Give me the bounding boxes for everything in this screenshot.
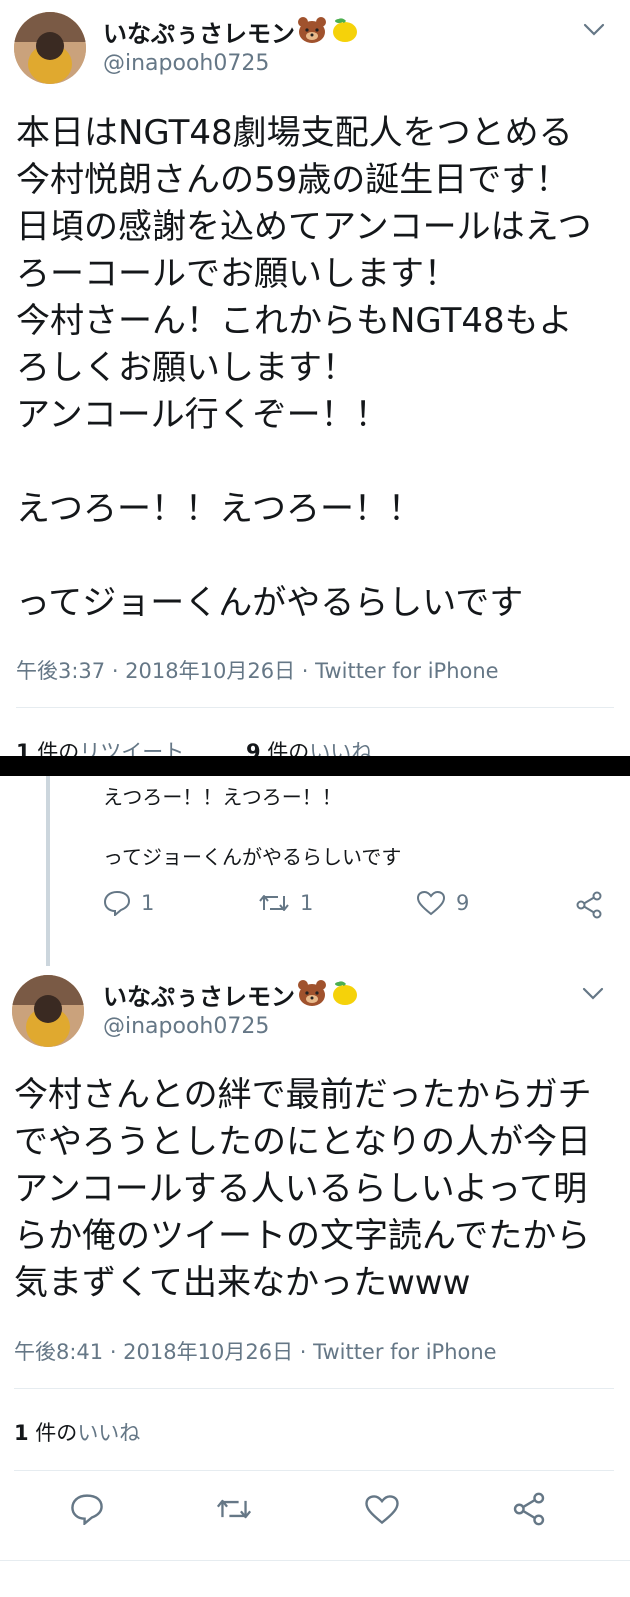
reply-button[interactable]: 1 bbox=[103, 890, 154, 916]
like-count: 1 bbox=[14, 1421, 29, 1445]
tweet-text: 今村さんとの絆で最前だったからガチ でやろうとしたのにとなりの人が今日 アンコー… bbox=[14, 1075, 592, 1303]
divider bbox=[0, 1560, 630, 1561]
divider bbox=[14, 1388, 614, 1389]
chevron-down-icon[interactable] bbox=[583, 22, 605, 36]
bear-emoji-icon bbox=[297, 979, 327, 1011]
tweet-meta: 午後8:41 · 2018年10月26日 · Twitter for iPhon… bbox=[14, 1340, 497, 1364]
divider bbox=[16, 707, 614, 708]
heart-icon bbox=[416, 890, 446, 916]
retweet-count: 1 bbox=[300, 891, 314, 915]
retweet-button[interactable]: 1 bbox=[258, 890, 313, 916]
reply-count: 1 bbox=[141, 891, 155, 915]
share-icon bbox=[512, 1492, 546, 1526]
thread-line bbox=[46, 776, 50, 966]
chevron-down-icon[interactable] bbox=[582, 986, 604, 1000]
display-name[interactable]: いなぷぅさレモン bbox=[103, 14, 295, 49]
like-button[interactable]: 9 bbox=[416, 890, 469, 916]
reply-icon bbox=[103, 890, 131, 916]
like-link: いいね bbox=[77, 1421, 141, 1445]
retweet-icon bbox=[258, 890, 290, 916]
share-icon[interactable] bbox=[575, 891, 603, 919]
retweet-button[interactable] bbox=[215, 1494, 253, 1524]
share-button[interactable] bbox=[512, 1492, 546, 1526]
separator-bar bbox=[0, 756, 630, 776]
like-button[interactable] bbox=[364, 1494, 400, 1525]
like-count-link[interactable]: 1 件のいいね bbox=[14, 1417, 140, 1447]
reply-button[interactable] bbox=[70, 1493, 104, 1525]
display-name[interactable]: いなぷぅさレモン bbox=[103, 977, 295, 1012]
lemon-emoji-icon bbox=[329, 16, 359, 48]
like-count-label: 件の bbox=[28, 1421, 78, 1445]
tweet-meta: 午後3:37 · 2018年10月26日 · Twitter for iPhon… bbox=[16, 659, 499, 683]
retweet-icon bbox=[215, 1494, 253, 1524]
lemon-emoji-icon bbox=[329, 979, 359, 1011]
like-count: 9 bbox=[456, 891, 470, 915]
bear-emoji-icon bbox=[297, 16, 327, 48]
heart-icon bbox=[364, 1494, 400, 1525]
reply-icon bbox=[70, 1493, 104, 1525]
handle[interactable]: @inapooh0725 bbox=[103, 51, 269, 76]
divider bbox=[14, 1470, 614, 1471]
tweet-text: 本日はNGT48劇場支配人をつとめる 今村悦朗さんの59歳の誕生日です！ 日頃の… bbox=[16, 113, 592, 623]
handle[interactable]: @inapooh0725 bbox=[103, 1014, 269, 1039]
avatar[interactable] bbox=[12, 975, 84, 1047]
reply-tweet-text: えつろー！！えつろー！！ ってジョーくんがやるらしいです bbox=[103, 785, 402, 869]
avatar[interactable] bbox=[14, 12, 86, 84]
